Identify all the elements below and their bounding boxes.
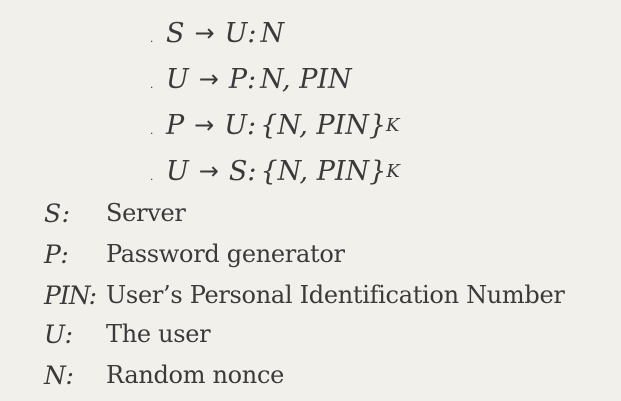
step-message: {N, PIN} <box>260 109 387 141</box>
legend-row-user: U: The user <box>44 314 211 354</box>
protocol-step-2: . U → P : N, PIN <box>150 59 352 99</box>
legend-row-password-generator: P: Password generator <box>44 234 345 274</box>
step-separator: : <box>247 155 257 187</box>
legend-row-nonce: N: Random nonce <box>44 355 284 395</box>
step-receiver: S <box>228 155 248 187</box>
step-separator: : <box>247 17 257 49</box>
step-sender: U <box>166 155 189 187</box>
legend-symbol: N: <box>44 360 75 390</box>
arrow-icon: → <box>194 111 215 139</box>
step-key-subscript: K <box>386 160 400 182</box>
arrow-icon: → <box>198 65 219 93</box>
protocol-step-4: . U → S : {N, PIN} K <box>150 151 400 191</box>
protocol-step-1: . S → U : N <box>150 13 284 53</box>
legend-symbol: S: <box>44 198 71 228</box>
step-bullet: . <box>150 169 154 183</box>
legend-description: Password generator <box>106 240 345 268</box>
arrow-icon: → <box>198 157 219 185</box>
step-receiver: P <box>228 63 248 95</box>
legend-symbol: U: <box>44 319 74 349</box>
legend-symbol: PIN: <box>44 280 97 310</box>
legend-description: Server <box>106 199 186 227</box>
protocol-step-3: . P → U : {N, PIN} K <box>150 105 400 145</box>
legend-description: The user <box>106 320 211 348</box>
step-sender: P <box>166 109 185 141</box>
step-sender: U <box>166 63 189 95</box>
step-receiver: U <box>224 17 248 49</box>
legend-description: User’s Personal Identification Number <box>106 281 565 309</box>
step-receiver: U <box>224 109 248 141</box>
step-message: N <box>260 17 285 49</box>
step-sender: S <box>166 17 185 49</box>
step-message: N, PIN <box>260 63 352 95</box>
arrow-icon: → <box>194 19 215 47</box>
step-bullet: . <box>150 31 154 45</box>
step-key-subscript: K <box>386 114 400 136</box>
step-bullet: . <box>150 123 154 137</box>
legend-symbol: P: <box>44 239 70 269</box>
legend-row-pin: PIN: User’s Personal Identification Numb… <box>44 275 565 315</box>
step-separator: : <box>247 63 257 95</box>
step-bullet: . <box>150 77 154 91</box>
step-separator: : <box>247 109 257 141</box>
legend-row-server: S: Server <box>44 193 186 233</box>
legend-description: Random nonce <box>106 361 284 389</box>
step-message: {N, PIN} <box>260 155 387 187</box>
